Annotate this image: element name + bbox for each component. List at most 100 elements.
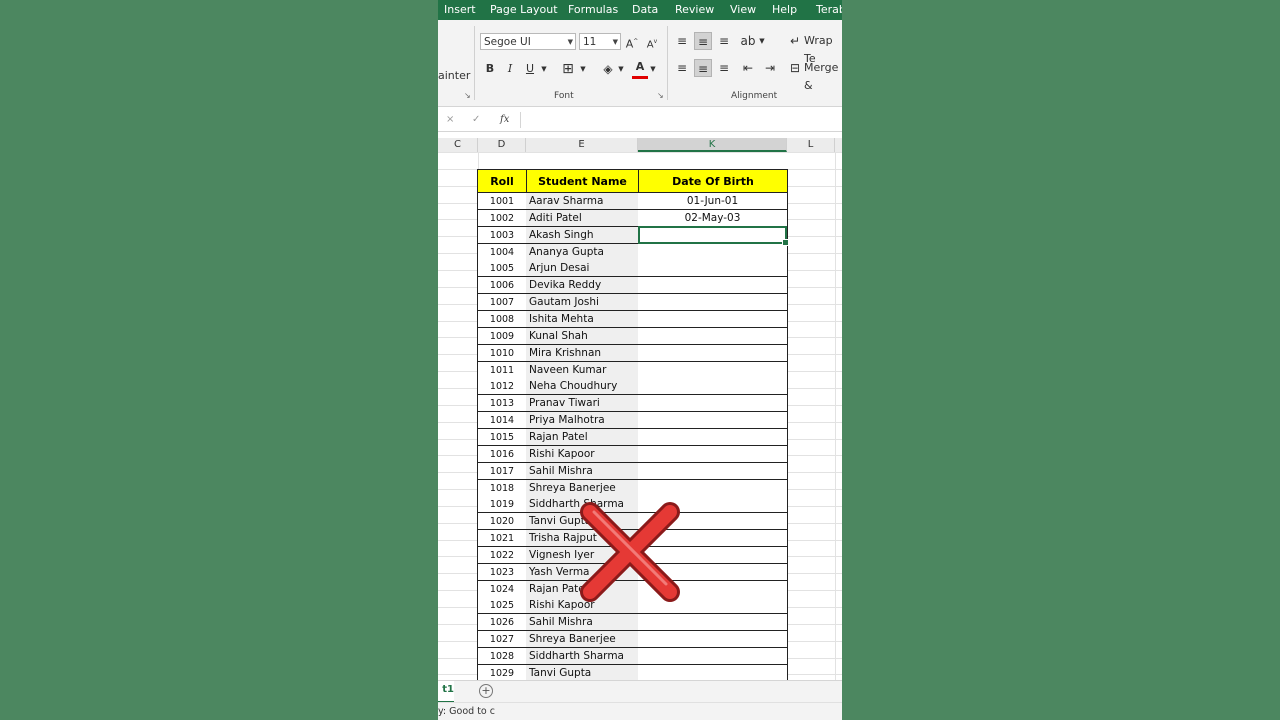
student-name-cell[interactable]: Yash Verma [526, 563, 639, 581]
roll-no-cell[interactable]: 1021 [477, 530, 527, 547]
date-of-birth-cell[interactable] [638, 563, 788, 581]
date-of-birth-cell[interactable] [638, 327, 788, 345]
date-of-birth-cell[interactable] [638, 648, 788, 665]
cancel-icon[interactable]: × [446, 114, 454, 125]
wrap-text-button[interactable]: Wrap Te [804, 32, 842, 65]
roll-no-cell[interactable]: 1022 [477, 546, 527, 564]
roll-no-cell[interactable]: 1016 [477, 445, 527, 463]
underline-button[interactable]: U [522, 60, 538, 78]
shrink-font-button[interactable]: Av [645, 33, 659, 51]
chevron-down-icon[interactable]: ▼ [578, 60, 588, 78]
date-of-birth-cell[interactable] [638, 631, 788, 649]
date-of-birth-cell[interactable] [638, 462, 788, 480]
student-name-cell[interactable]: Sahil Mishra [526, 462, 639, 480]
decrease-indent-icon[interactable]: ⇤ [740, 59, 756, 77]
student-name-cell[interactable]: Ananya Gupta [526, 243, 639, 261]
student-name-cell[interactable]: Vignesh Iyer [526, 546, 639, 564]
student-name-cell[interactable]: Gautam Joshi [526, 294, 639, 312]
date-of-birth-cell[interactable] [638, 361, 788, 379]
roll-no-cell[interactable]: 1010 [477, 344, 527, 362]
student-name-cell[interactable]: Rajan Patel [526, 428, 639, 446]
student-name-cell[interactable]: Kunal Shah [526, 327, 639, 345]
roll-no-cell[interactable]: 1002 [477, 209, 527, 227]
roll-no-cell[interactable]: 1027 [477, 631, 527, 649]
sheet-tab-sheet1[interactable]: t1 [438, 681, 454, 703]
align-middle-icon[interactable]: ≡ [694, 32, 712, 50]
roll-no-cell[interactable]: 1009 [477, 327, 527, 345]
date-of-birth-cell[interactable] [638, 344, 788, 362]
roll-no-cell[interactable]: 1005 [477, 260, 527, 278]
date-of-birth-cell[interactable] [638, 412, 788, 430]
student-name-cell[interactable]: Arjun Desai [526, 260, 639, 278]
roll-no-cell[interactable]: 1003 [477, 226, 527, 244]
date-of-birth-cell[interactable] [638, 530, 788, 547]
borders-icon[interactable]: ⊞ [560, 60, 576, 78]
add-sheet-icon[interactable]: + [479, 684, 493, 698]
header-roll-no[interactable]: Roll No. [477, 169, 527, 212]
merge-icon[interactable]: ⊟ [788, 59, 802, 77]
roll-no-cell[interactable]: 1018 [477, 479, 527, 497]
roll-no-cell[interactable]: 1017 [477, 462, 527, 480]
student-name-cell[interactable]: Neha Choudhury [526, 378, 639, 396]
student-name-cell[interactable]: Sahil Mishra [526, 614, 639, 632]
roll-no-cell[interactable]: 1026 [477, 614, 527, 632]
enter-icon[interactable]: ✓ [472, 114, 480, 125]
clipboard-launcher-icon[interactable]: ↘ [464, 91, 471, 100]
column-header-d[interactable]: D [478, 138, 526, 152]
tab-terabox[interactable]: Terab [816, 3, 842, 16]
chevron-down-icon[interactable]: ▼ [757, 32, 767, 50]
date-of-birth-cell[interactable] [638, 513, 788, 531]
align-center-icon[interactable]: ≡ [694, 59, 712, 77]
accessibility-status[interactable]: y: Good to c [438, 706, 495, 717]
roll-no-cell[interactable]: 1019 [477, 496, 527, 514]
student-name-cell[interactable]: Siddharth Sharma [526, 496, 639, 514]
roll-no-cell[interactable]: 1020 [477, 513, 527, 531]
roll-no-cell[interactable]: 1015 [477, 428, 527, 446]
fill-color-icon[interactable]: ◈ [600, 60, 616, 78]
header-date-of-birth[interactable]: Date Of Birth [638, 169, 788, 193]
student-name-cell[interactable]: Shreya Banerjee [526, 479, 639, 497]
student-name-cell[interactable]: Rishi Kapoor [526, 597, 639, 615]
font-color-button[interactable]: A [632, 58, 648, 79]
font-name-combo[interactable]: Segoe UI ▼ [480, 33, 576, 50]
fill-handle[interactable] [782, 239, 789, 246]
roll-no-cell[interactable]: 1001 [477, 193, 527, 210]
date-of-birth-cell[interactable] [638, 597, 788, 615]
increase-indent-icon[interactable]: ⇥ [762, 59, 778, 77]
date-of-birth-cell[interactable] [638, 378, 788, 396]
worksheet-grid[interactable]: Roll No. Student Name Date Of Birth 1001… [438, 152, 842, 682]
bold-button[interactable]: B [482, 60, 498, 78]
student-name-cell[interactable]: Ishita Mehta [526, 311, 639, 328]
roll-no-cell[interactable]: 1023 [477, 563, 527, 581]
roll-no-cell[interactable]: 1008 [477, 311, 527, 328]
student-name-cell[interactable]: Aditi Patel [526, 209, 639, 227]
roll-no-cell[interactable]: 1004 [477, 243, 527, 261]
align-top-icon[interactable]: ≡ [674, 32, 690, 50]
date-of-birth-cell[interactable] [638, 294, 788, 312]
date-of-birth-cell[interactable] [638, 311, 788, 328]
date-of-birth-cell[interactable] [638, 428, 788, 446]
tab-formulas[interactable]: Formulas [568, 3, 618, 16]
student-name-cell[interactable]: Rajan Patel [526, 580, 639, 598]
roll-no-cell[interactable]: 1028 [477, 648, 527, 665]
tab-review[interactable]: Review [675, 3, 714, 16]
student-name-cell[interactable]: Rishi Kapoor [526, 445, 639, 463]
tab-insert[interactable]: Insert [444, 3, 476, 16]
roll-no-cell[interactable]: 1011 [477, 361, 527, 379]
font-size-combo[interactable]: 11 ▼ [579, 33, 621, 50]
student-name-cell[interactable]: Shreya Banerjee [526, 631, 639, 649]
header-student-name[interactable]: Student Name [526, 169, 639, 193]
merge-center-button[interactable]: Merge & [804, 59, 842, 92]
roll-no-cell[interactable]: 1007 [477, 294, 527, 312]
date-of-birth-cell[interactable] [638, 614, 788, 632]
font-launcher-icon[interactable]: ↘ [657, 91, 664, 100]
chevron-down-icon[interactable]: ▼ [616, 60, 626, 78]
chevron-down-icon[interactable]: ▼ [539, 60, 549, 78]
tab-page-layout[interactable]: Page Layout [490, 3, 558, 16]
wrap-text-icon[interactable]: ↵ [788, 32, 802, 50]
date-of-birth-cell[interactable]: 01-Jun-01 [638, 193, 788, 210]
date-of-birth-cell[interactable] [638, 445, 788, 463]
roll-no-cell[interactable]: 1006 [477, 277, 527, 295]
date-of-birth-cell[interactable] [638, 277, 788, 295]
tab-help[interactable]: Help [772, 3, 797, 16]
